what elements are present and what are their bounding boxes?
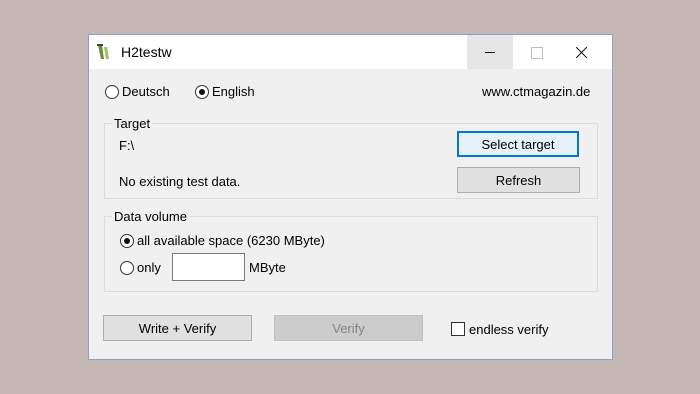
maximize-icon[interactable] xyxy=(513,35,559,69)
h2testw-app-icon xyxy=(97,44,109,59)
endless-verify-checkbox[interactable] xyxy=(451,322,465,336)
write-verify-label: Write + Verify xyxy=(138,320,217,336)
radio-english-label: English xyxy=(212,84,255,99)
website-label: www.ctmagazin.de xyxy=(482,84,591,99)
minimize-icon[interactable] xyxy=(467,35,513,69)
verify-button[interactable]: Verify xyxy=(274,315,423,341)
endless-verify-label: endless verify xyxy=(469,322,549,337)
radio-only[interactable]: only xyxy=(120,260,161,275)
target-status: No existing test data. xyxy=(119,174,241,189)
mbyte-input[interactable] xyxy=(172,253,245,281)
target-path: F:\ xyxy=(119,138,135,153)
close-icon[interactable] xyxy=(559,35,605,69)
data-volume-group-label: Data volume xyxy=(112,209,189,224)
radio-deutsch[interactable]: Deutsch xyxy=(105,84,170,99)
refresh-label: Refresh xyxy=(495,172,542,188)
radio-deutsch-label: Deutsch xyxy=(122,84,170,99)
target-group-label: Target xyxy=(112,116,153,131)
write-verify-button[interactable]: Write + Verify xyxy=(103,315,252,341)
mbyte-unit-label: MByte xyxy=(249,260,286,275)
window-title: H2testw xyxy=(121,44,172,60)
radio-only-label: only xyxy=(137,260,161,275)
h2testw-window: H2testw Deutsch English www.ctmagazin.de… xyxy=(88,34,613,360)
radio-english[interactable]: English xyxy=(195,84,255,99)
radio-all-space[interactable]: all available space (6230 MByte) xyxy=(120,233,325,248)
radio-only-circle[interactable] xyxy=(120,260,134,275)
radio-all-space-label: all available space (6230 MByte) xyxy=(137,233,325,248)
refresh-button[interactable]: Refresh xyxy=(457,167,580,193)
radio-all-space-circle[interactable] xyxy=(120,233,134,248)
verify-label: Verify xyxy=(332,320,365,336)
select-target-label: Select target xyxy=(481,136,555,152)
radio-english-circle[interactable] xyxy=(195,84,209,99)
title-bar: H2testw xyxy=(89,35,612,69)
radio-deutsch-circle[interactable] xyxy=(105,84,119,99)
select-target-button[interactable]: Select target xyxy=(457,131,579,157)
